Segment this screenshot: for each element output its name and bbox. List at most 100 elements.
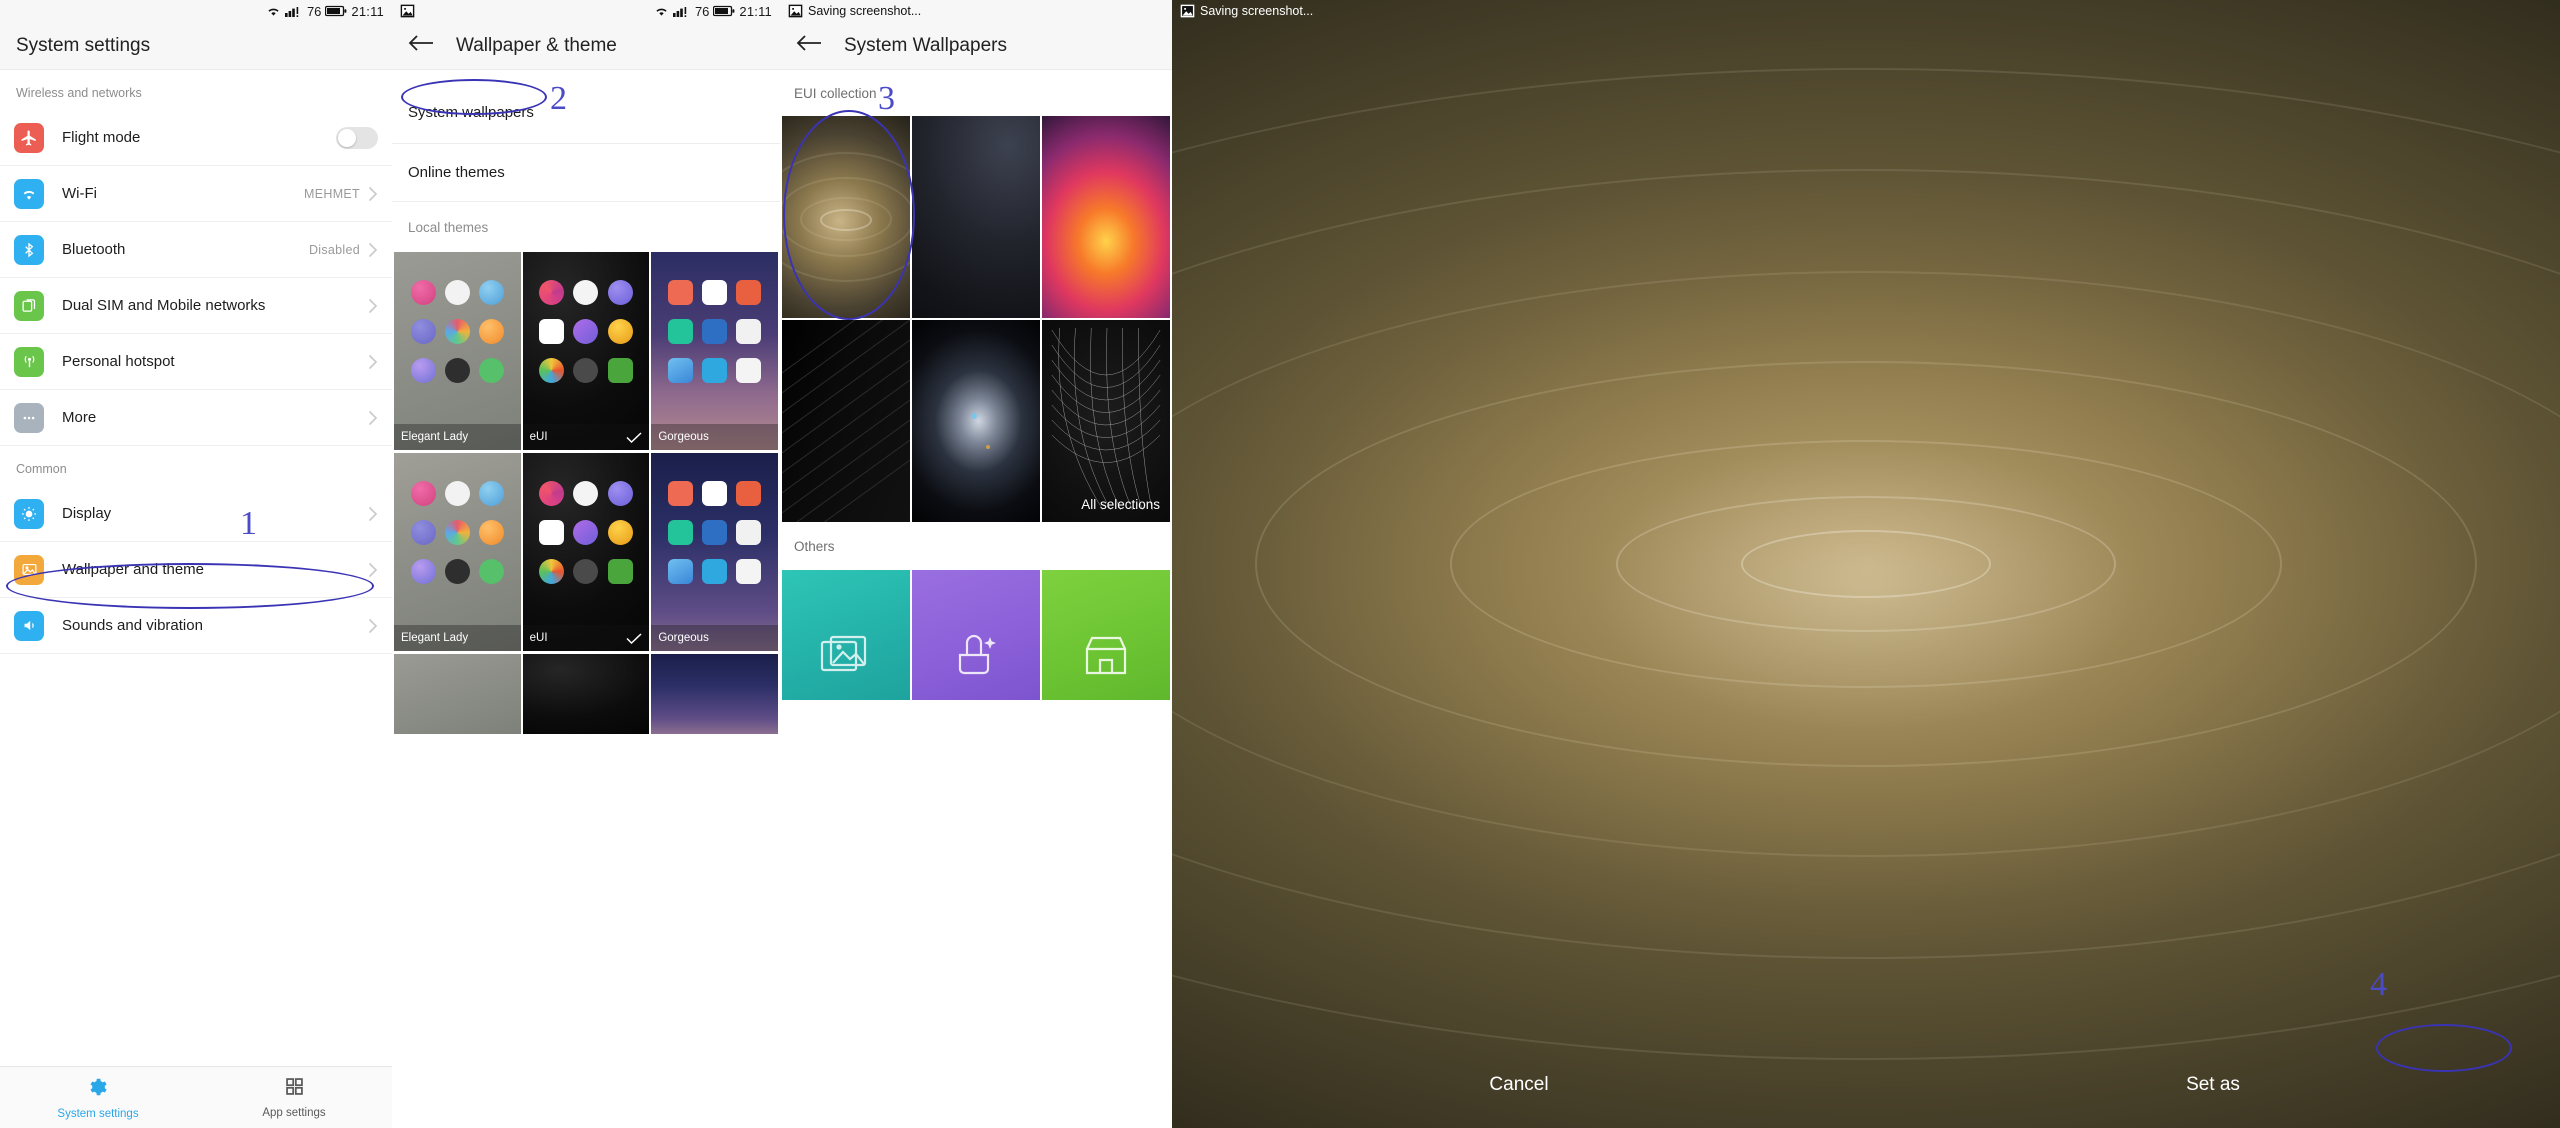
theme-card-footer: Gorgeous [651,625,778,651]
theme-card[interactable] [651,654,778,734]
settings-row-hotspot[interactable]: Personal hotspot [0,334,392,390]
image-icon [1180,4,1195,18]
bottom-tab-bar: System settings App settings [0,1066,392,1128]
local-themes-grid-row2: Elegant Lady eUI Gorgeous [392,453,780,651]
section-others: Others [780,522,1172,570]
local-themes-grid-row3 [392,654,780,734]
chevron-right-icon [368,186,378,202]
screenshot-status-text: Saving screenshot... [808,4,922,18]
settings-row-flight-mode[interactable]: Flight mode [0,110,392,166]
theme-card[interactable] [394,654,521,734]
annotation-ellipse-wallpaper-row [6,563,374,609]
others-cell-store[interactable] [1042,570,1170,700]
theme-card-footer: Elegant Lady [394,625,521,651]
status-bar-panel3: Saving screenshot... [780,0,1172,22]
annotation-ellipse-first-wallpaper [783,110,915,320]
tab-system-settings[interactable]: System settings [0,1067,196,1128]
settings-row-label: Bluetooth [62,241,126,258]
wallpaper-cell-spiral-lines[interactable]: All selections [1042,320,1170,522]
annotation-ellipse-system-wallpapers [401,79,547,115]
sound-icon [14,610,44,641]
check-icon [626,431,642,444]
settings-row-bluetooth[interactable]: Bluetooth Disabled [0,222,392,278]
signal-icon [284,5,303,17]
clock-time: 21:11 [739,3,772,19]
status-bar-panel4: Saving screenshot... [1172,0,2560,22]
theme-card[interactable]: Elegant Lady [394,252,521,450]
theme-card[interactable]: eUI [522,252,650,450]
back-arrow-icon[interactable] [796,33,822,59]
more-dots-icon [14,402,44,433]
wand-icon [951,631,1001,682]
theme-card[interactable]: Gorgeous [651,252,778,450]
others-cell-magic[interactable] [912,570,1040,700]
settings-row-label: Sounds and vibration [62,617,203,634]
theme-icon-preview [394,481,521,584]
cancel-button[interactable]: Cancel [1172,1074,1866,1096]
brightness-icon [14,498,44,529]
theme-card[interactable] [522,654,650,734]
tab-app-settings[interactable]: App settings [196,1067,392,1128]
gallery-icon [819,633,873,682]
wifi-icon [654,5,669,17]
others-cell-gallery[interactable] [782,570,910,700]
settings-row-label: Flight mode [62,129,141,146]
theme-card-footer: eUI [522,424,650,450]
chevron-right-icon [368,354,378,370]
tab-label: App settings [262,1107,326,1119]
theme-icon-preview [394,280,521,383]
settings-row-wifi[interactable]: Wi-Fi MEHMET [0,166,392,222]
settings-row-label: Display [62,505,112,522]
battery-icon [325,5,347,17]
grid-icon [284,1076,305,1102]
flight-mode-toggle[interactable] [336,126,378,149]
airplane-icon [14,122,44,153]
wifi-network-name: MEHMET [304,186,360,201]
panel-system-wallpapers: Saving screenshot... System Wallpapers E… [780,0,1172,1128]
app-bar-panel1: System settings [0,22,392,70]
theme-card-footer: eUI [522,625,650,651]
image-icon [400,4,415,18]
section-label: EUI collection [794,85,877,101]
wallpaper-cell-fire-nebula[interactable] [1042,116,1170,318]
back-arrow-icon[interactable] [408,33,434,59]
store-icon [1081,633,1131,682]
wallpaper-cell-diagonal-rays[interactable] [782,320,910,522]
panel-wallpaper-and-theme: 76 21:11 Wallpaper & theme System wallpa… [392,0,780,1128]
theme-card[interactable]: eUI [522,453,650,651]
image-icon [788,4,803,18]
theme-name: Gorgeous [658,632,709,644]
wallpaper-cell-earth-space[interactable] [912,320,1040,522]
theme-name: Gorgeous [658,431,709,443]
chevron-right-icon [368,298,378,314]
wallpaper-cell-dark-curve[interactable] [912,116,1040,318]
settings-row-more[interactable]: More [0,390,392,446]
app-bar-panel3: System Wallpapers [780,22,1172,70]
panel-wallpaper-preview: Saving screenshot... Cancel Set as 4 [1172,0,2560,1128]
chevron-right-icon [368,506,378,522]
theme-card[interactable]: Gorgeous [651,453,778,651]
preview-action-bar: Cancel Set as [1172,1042,2560,1128]
settings-row-label: Personal hotspot [62,353,175,370]
settings-row-display[interactable]: Display [0,486,392,542]
all-selections-label: All selections [1081,497,1160,512]
app-bar-panel2: Wallpaper & theme [392,22,780,70]
row-online-themes[interactable]: Online themes [392,144,780,202]
page-title: System Wallpapers [844,34,1007,56]
clock-time: 21:11 [351,3,384,19]
group-label-wireless: Wireless and networks [16,86,142,100]
theme-name: Elegant Lady [401,431,469,443]
chevron-right-icon [368,242,378,258]
page-title: Wallpaper & theme [456,34,617,56]
settings-row-dual-sim[interactable]: Dual SIM and Mobile networks [0,278,392,334]
check-icon [626,632,642,645]
group-label-common: Common [16,462,67,476]
screenshot-status-text: Saving screenshot... [1200,4,1314,18]
wallpaper-grid-others [780,570,1172,700]
set-as-button[interactable]: Set as [1866,1074,2560,1096]
battery-percent: 76 [306,3,322,19]
settings-row-label: Dual SIM and Mobile networks [62,297,266,314]
page-title: System settings [16,34,151,56]
chevron-right-icon [368,618,378,634]
theme-card[interactable]: Elegant Lady [394,453,521,651]
